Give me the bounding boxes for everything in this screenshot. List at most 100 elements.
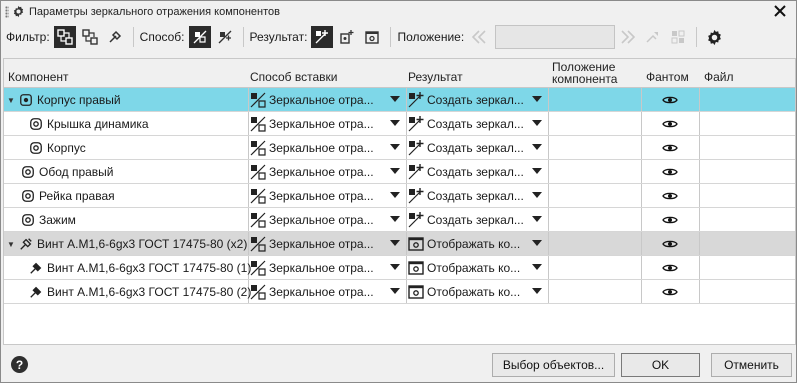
method-label: Способ: — [139, 30, 185, 44]
position-grid-icon[interactable] — [667, 26, 689, 48]
result-value: Отображать ко... — [427, 237, 521, 251]
component-cell[interactable]: Винт А.М1,6-6gx3 ГОСТ 17475-80 (2) — [28, 280, 251, 304]
filter-standard-icon[interactable] — [104, 26, 126, 48]
component-cell[interactable]: Зажим — [20, 208, 76, 232]
result-dropdown[interactable]: Создать зеркал... — [408, 210, 545, 230]
result-dropdown[interactable]: Создать зеркал... — [408, 162, 545, 182]
table-row[interactable]: Зажим Зеркальное отра... Создать зеркал... — [4, 208, 795, 232]
result-dropdown[interactable]: Отображать ко... — [408, 282, 545, 302]
column-divider — [641, 88, 642, 111]
dropdown-arrow-icon[interactable] — [390, 288, 400, 294]
expand-arrow-icon[interactable]: ▼ — [6, 96, 16, 105]
dropdown-arrow-icon[interactable] — [390, 120, 400, 126]
help-icon[interactable]: ? — [11, 356, 28, 373]
header-phantom[interactable]: Фантом — [646, 71, 689, 83]
dropdown-arrow-icon[interactable] — [532, 144, 542, 150]
filter-parts-icon[interactable] — [53, 26, 76, 48]
dropdown-arrow-icon[interactable] — [532, 96, 542, 102]
dropdown-arrow-icon[interactable] — [390, 240, 400, 246]
dropdown-arrow-icon[interactable] — [532, 168, 542, 174]
title-bar[interactable]: Параметры зеркального отражения компонен… — [1, 1, 796, 22]
result-dropdown[interactable]: Отображать ко... — [408, 258, 545, 278]
mirror-method-alt-icon[interactable] — [214, 26, 236, 48]
header-component[interactable]: Компонент — [8, 71, 69, 83]
dropdown-arrow-icon[interactable] — [390, 216, 400, 222]
cancel-button[interactable]: Отменить — [711, 353, 792, 377]
table-row[interactable]: ▼ Винт А.М1,6-6gx3 ГОСТ 17475-80 (x2) Зерк… — [4, 232, 795, 256]
result-dropdown[interactable]: Создать зеркал... — [408, 90, 545, 110]
create-mirror-result-icon[interactable] — [311, 26, 334, 48]
result-dropdown[interactable]: Отображать ко... — [408, 234, 545, 254]
phantom-eye-icon[interactable] — [662, 208, 678, 232]
table-row[interactable]: Крышка динамика Зеркальное отра... Создать… — [4, 112, 795, 136]
method-dropdown[interactable]: Зеркальное отра... — [250, 258, 403, 278]
dropdown-arrow-icon[interactable] — [390, 264, 400, 270]
table-row[interactable]: Винт А.М1,6-6gx3 ГОСТ 17475-80 (2) Зеркал… — [4, 280, 795, 304]
dropdown-arrow-icon[interactable] — [390, 96, 400, 102]
table-row[interactable]: Корпус Зеркальное отра... Создать зеркал..… — [4, 136, 795, 160]
drag-grip-icon[interactable] — [5, 5, 9, 18]
insert-component-icon[interactable] — [336, 26, 358, 48]
phantom-eye-icon[interactable] — [662, 112, 678, 136]
dropdown-arrow-icon[interactable] — [532, 192, 542, 198]
header-position[interactable]: Положение компонента — [552, 61, 632, 85]
component-cell[interactable]: Рейка правая — [20, 184, 115, 208]
component-cell[interactable]: Обод правый — [20, 160, 114, 184]
table-row[interactable]: Обод правый Зеркальное отра... Создать зер… — [4, 160, 795, 184]
phantom-eye-icon[interactable] — [662, 232, 678, 256]
method-dropdown[interactable]: Зеркальное отра... — [250, 282, 403, 302]
phantom-eye-icon[interactable] — [662, 160, 678, 184]
component-cell[interactable]: Корпус — [28, 136, 86, 160]
position-input[interactable] — [495, 25, 616, 49]
result-dropdown[interactable]: Создать зеркал... — [408, 186, 545, 206]
table-row[interactable]: ▼ Корпус правый Зеркальное отра... Создать … — [4, 88, 795, 112]
phantom-eye-icon[interactable] — [662, 256, 678, 280]
dropdown-arrow-icon[interactable] — [532, 240, 542, 246]
dropdown-arrow-icon[interactable] — [390, 168, 400, 174]
table-row[interactable]: Рейка правая Зеркальное отра... Создать зе… — [4, 184, 795, 208]
method-dropdown[interactable]: Зеркальное отра... — [250, 234, 403, 254]
close-icon[interactable] — [772, 3, 788, 19]
component-cell[interactable]: Винт А.М1,6-6gx3 ГОСТ 17475-80 (1) — [28, 256, 251, 280]
method-value: Зеркальное отра... — [269, 285, 374, 299]
header-file[interactable]: Файл — [704, 71, 734, 83]
component-cell[interactable]: ▼ Винт А.М1,6-6gx3 ГОСТ 17475-80 (x2) — [6, 232, 247, 256]
phantom-eye-icon[interactable] — [662, 88, 678, 112]
method-dropdown[interactable]: Зеркальное отра... — [250, 162, 403, 182]
column-divider — [248, 208, 249, 231]
ok-button[interactable]: OK — [621, 353, 700, 377]
position-action-icon[interactable] — [642, 26, 664, 48]
phantom-eye-icon[interactable] — [662, 136, 678, 160]
method-dropdown[interactable]: Зеркальное отра... — [250, 114, 403, 134]
toolbar-separator — [696, 27, 698, 47]
method-dropdown[interactable]: Зеркальное отра... — [250, 186, 403, 206]
phantom-eye-icon[interactable] — [662, 280, 678, 304]
next-double-chevron-icon[interactable] — [617, 26, 639, 48]
component-cell[interactable]: Крышка динамика — [28, 112, 149, 136]
header-result[interactable]: Результат — [408, 71, 463, 83]
prev-double-chevron-icon[interactable] — [468, 26, 490, 48]
method-dropdown[interactable]: Зеркальное отра... — [250, 210, 403, 230]
display-component-icon[interactable] — [361, 26, 383, 48]
dropdown-arrow-icon[interactable] — [390, 192, 400, 198]
column-divider — [248, 184, 249, 207]
mirror-method-icon[interactable] — [188, 26, 211, 48]
result-dropdown[interactable]: Создать зеркал... — [408, 114, 545, 134]
method-dropdown[interactable]: Зеркальное отра... — [250, 138, 403, 158]
select-objects-button[interactable]: Выбор объектов... — [492, 353, 615, 377]
method-dropdown[interactable]: Зеркальное отра... — [250, 90, 403, 110]
header-method[interactable]: Способ вставки — [250, 71, 337, 83]
result-dropdown[interactable]: Создать зеркал... — [408, 138, 545, 158]
method-value: Зеркальное отра... — [269, 189, 374, 203]
settings-gear-icon[interactable] — [703, 26, 725, 48]
dropdown-arrow-icon[interactable] — [532, 216, 542, 222]
dropdown-arrow-icon[interactable] — [390, 144, 400, 150]
dropdown-arrow-icon[interactable] — [532, 288, 542, 294]
filter-subassembly-icon[interactable] — [79, 26, 101, 48]
dropdown-arrow-icon[interactable] — [532, 120, 542, 126]
component-cell[interactable]: ▼ Корпус правый — [6, 88, 121, 112]
expand-arrow-icon[interactable]: ▼ — [6, 240, 16, 249]
dropdown-arrow-icon[interactable] — [532, 264, 542, 270]
table-row[interactable]: Винт А.М1,6-6gx3 ГОСТ 17475-80 (1) Зеркал… — [4, 256, 795, 280]
phantom-eye-icon[interactable] — [662, 184, 678, 208]
